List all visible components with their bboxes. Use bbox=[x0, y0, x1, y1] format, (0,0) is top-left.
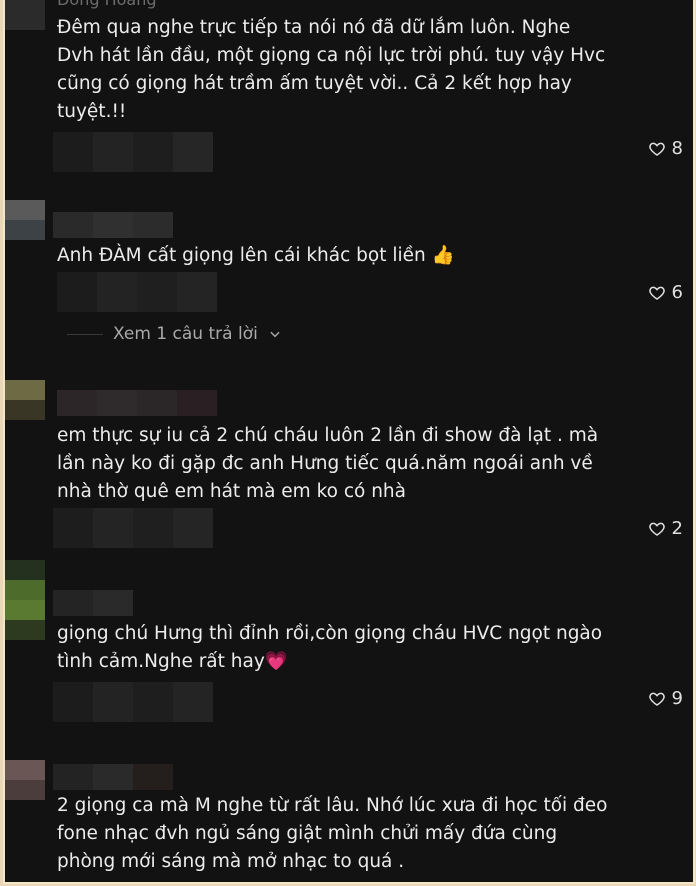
heart-outline-icon bbox=[648, 286, 665, 300]
like-count: 2 bbox=[671, 518, 683, 539]
avatar[interactable] bbox=[5, 380, 45, 420]
comment-text: 2 giọng ca mà M nghe từ rất lâu. Nhớ lúc… bbox=[57, 795, 608, 872]
comment-meta-blurred bbox=[57, 272, 217, 312]
comment-meta-blurred bbox=[53, 132, 213, 172]
heart-outline-icon bbox=[648, 142, 665, 156]
reply-indent-line bbox=[67, 333, 103, 335]
comment-author-blurred[interactable] bbox=[53, 212, 173, 238]
comment-meta-blurred bbox=[53, 682, 213, 722]
avatar[interactable] bbox=[5, 200, 45, 240]
comment-list: Đông Hoàng Đêm qua nghe trực tiếp ta nói… bbox=[3, 0, 695, 884]
comment-author-blurred[interactable] bbox=[57, 390, 217, 416]
like-button[interactable]: 9 bbox=[648, 688, 683, 709]
comment-meta-blurred bbox=[53, 508, 213, 548]
view-replies-button[interactable]: Xem 1 câu trả lời bbox=[67, 324, 282, 344]
comment-text: giọng chú Hưng thì đỉnh rồi,còn giọng ch… bbox=[57, 623, 603, 672]
avatar[interactable] bbox=[5, 0, 45, 30]
comment-author-blurred[interactable] bbox=[53, 764, 173, 790]
like-button[interactable]: 2 bbox=[648, 518, 683, 539]
avatar-lower bbox=[5, 600, 45, 640]
like-count: 9 bbox=[671, 688, 683, 709]
chevron-down-icon bbox=[270, 331, 280, 338]
avatar[interactable] bbox=[5, 560, 45, 600]
avatar[interactable] bbox=[5, 760, 45, 800]
like-button[interactable]: 6 bbox=[648, 282, 683, 303]
heart-outline-icon bbox=[648, 522, 665, 536]
comment-text: Đêm qua nghe trực tiếp ta nói nó đã dữ l… bbox=[57, 17, 606, 122]
comment-text: em thực sự iu cả 2 chú cháu luôn 2 lần đ… bbox=[57, 425, 599, 502]
like-count: 8 bbox=[671, 138, 683, 159]
comment-text: Anh ĐÀM cất giọng lên cái khác bọt liền … bbox=[57, 245, 455, 266]
like-count: 6 bbox=[671, 282, 683, 303]
view-replies-label: Xem 1 câu trả lời bbox=[113, 324, 258, 344]
comment-author-blurred[interactable] bbox=[53, 590, 133, 616]
like-button[interactable]: 8 bbox=[648, 138, 683, 159]
heart-outline-icon bbox=[648, 692, 665, 706]
comment-author[interactable]: Đông Hoàng bbox=[57, 0, 157, 9]
